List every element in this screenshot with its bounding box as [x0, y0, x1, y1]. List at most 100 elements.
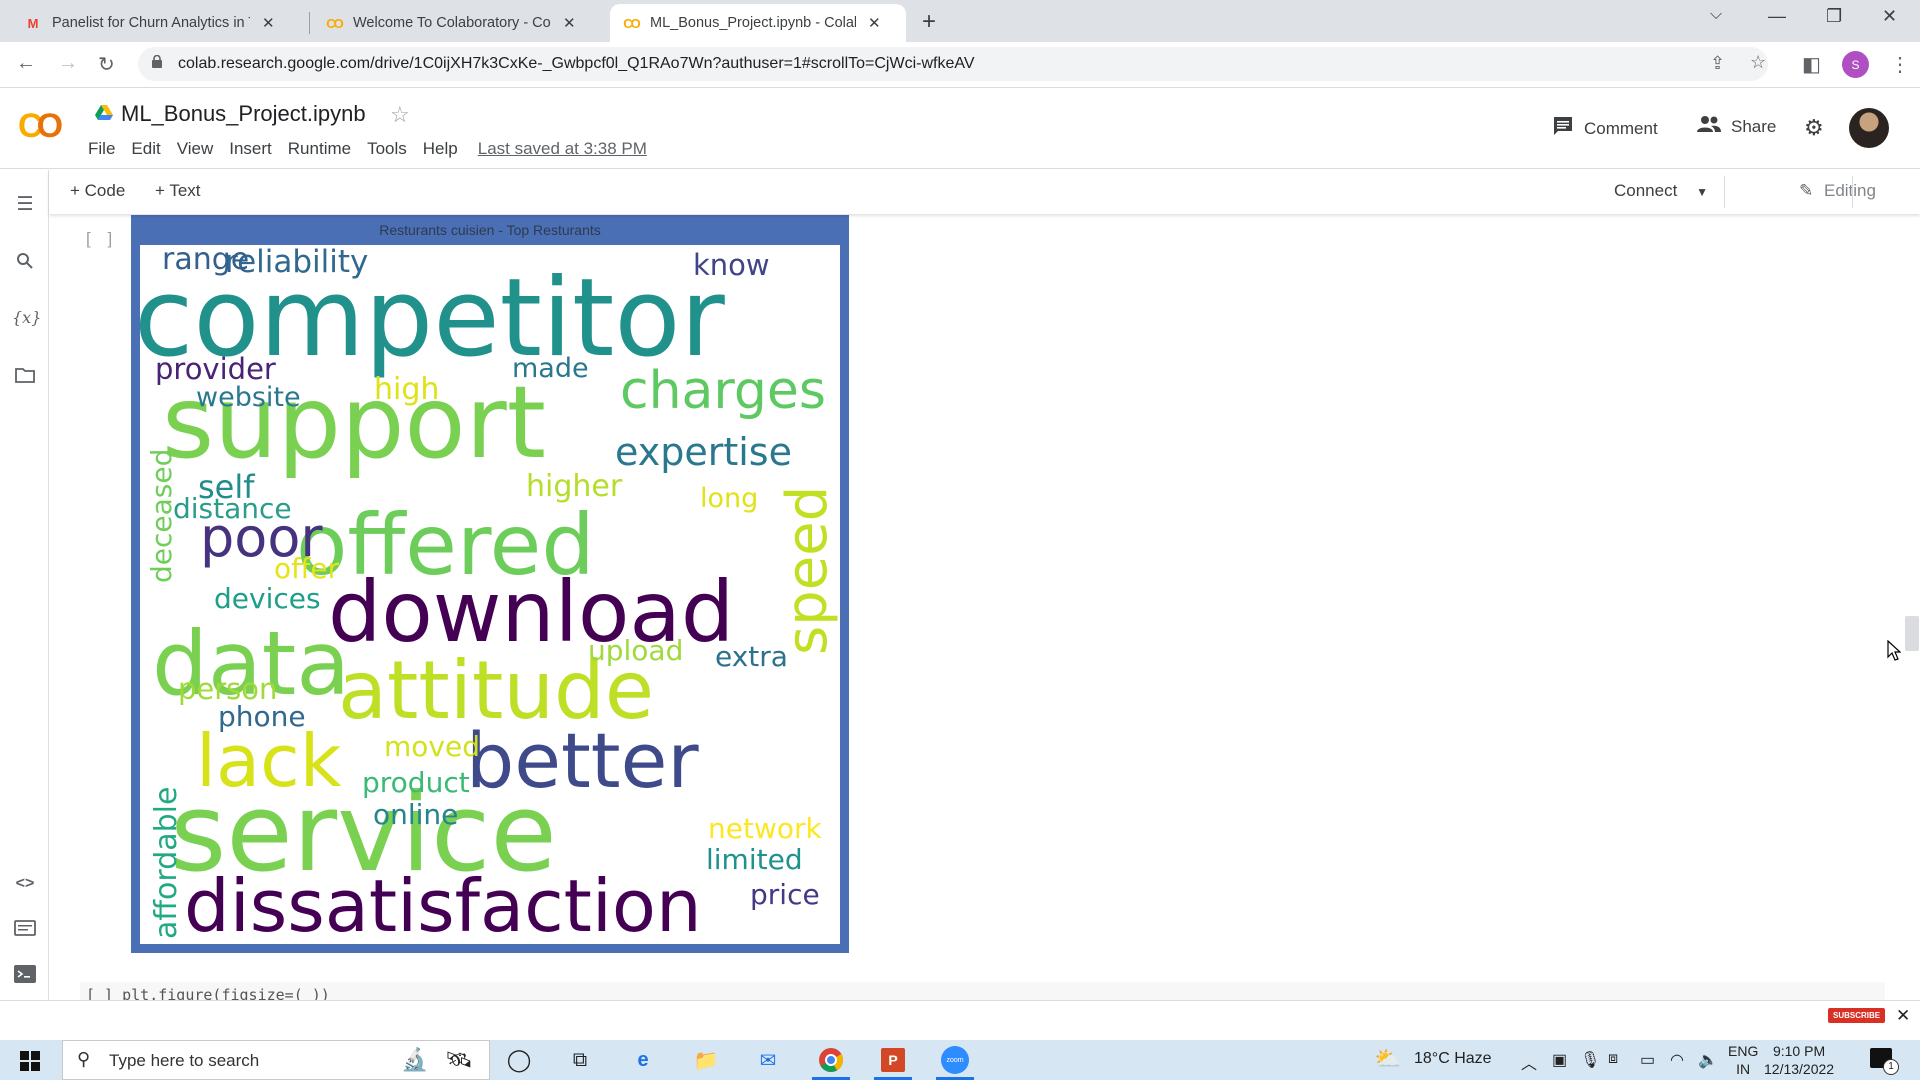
close-tab-icon[interactable]: ✕: [262, 14, 275, 32]
screen-share-tray-icon[interactable]: ⧈: [1608, 1050, 1618, 1068]
colab-logo[interactable]: CO: [18, 107, 63, 146]
code-snippets-icon[interactable]: <>: [12, 875, 38, 893]
wordcloud-word-price: price: [750, 878, 820, 911]
search-icon[interactable]: [12, 252, 38, 276]
connect-label: Connect: [1614, 181, 1678, 200]
reload-icon[interactable]: ↻: [98, 52, 115, 77]
weather-cloud-moon-icon[interactable]: ⛅: [1374, 1046, 1401, 1072]
forward-arrow-icon[interactable]: →: [58, 52, 78, 75]
powerpoint-taskbar-icon[interactable]: P: [874, 1046, 912, 1080]
menu-edit[interactable]: Edit: [131, 139, 160, 159]
wordcloud-word-offer: offer: [274, 552, 340, 585]
notification-count-badge: 1: [1883, 1059, 1899, 1075]
search-highlight-microscope-icon[interactable]: 🔬: [401, 1047, 428, 1073]
google-drive-icon[interactable]: [95, 105, 113, 121]
files-folder-icon[interactable]: [12, 367, 38, 389]
add-code-cell-button[interactable]: + Code: [70, 181, 125, 201]
menu-insert[interactable]: Insert: [229, 139, 272, 159]
task-view-icon[interactable]: ⧉: [565, 1046, 595, 1074]
comment-button[interactable]: Comment: [1552, 115, 1658, 142]
microphone-tray-icon[interactable]: 🎙: [1580, 1050, 1600, 1070]
close-tab-icon[interactable]: ✕: [868, 14, 881, 32]
close-icon[interactable]: ✕: [1896, 1006, 1910, 1026]
command-palette-icon[interactable]: [12, 920, 38, 942]
browser-tab-ml-bonus-project[interactable]: CO ML_Bonus_Project.ipynb - Colab ✕: [610, 4, 906, 42]
menu-file[interactable]: File: [88, 139, 115, 159]
lock-icon: [152, 55, 162, 68]
mail-app-icon[interactable]: ✉: [753, 1046, 783, 1074]
cell-run-button[interactable]: [ ]: [86, 229, 118, 249]
taskbar-search-placeholder: Type here to search: [109, 1051, 260, 1070]
wordcloud-word-extra: extra: [715, 640, 788, 673]
wordcloud-word-online: online: [373, 798, 459, 831]
search-highlight-satellite-icon[interactable]: 🛰: [445, 1047, 473, 1073]
star-notebook-icon[interactable]: ☆: [390, 102, 410, 128]
edge-browser-icon[interactable]: e: [628, 1046, 658, 1074]
tab-search-chevron-icon[interactable]: ⌵: [1710, 6, 1722, 24]
menu-view[interactable]: View: [177, 139, 214, 159]
minimize-window-button[interactable]: —: [1768, 6, 1786, 27]
gmail-icon: M: [27, 15, 39, 31]
wordcloud-word-dissatisfaction: dissatisfaction: [184, 864, 702, 944]
connect-dropdown-caret-icon[interactable]: ▼: [1696, 185, 1708, 199]
notebook-toolbar: + Code + Text Connect ▼ ✎ Editing ⌃: [49, 170, 1920, 214]
user-avatar[interactable]: [1849, 108, 1889, 148]
close-tab-icon[interactable]: ✕: [563, 14, 576, 32]
chrome-taskbar-icon[interactable]: [812, 1046, 850, 1080]
file-explorer-icon[interactable]: 📁: [691, 1046, 721, 1074]
share-page-icon[interactable]: ⇪: [1710, 53, 1725, 74]
show-hidden-icons-chevron[interactable]: ︿: [1521, 1050, 1537, 1074]
notebook-title[interactable]: ML_Bonus_Project.ipynb: [121, 101, 366, 127]
browser-tab-gmail[interactable]: M Panelist for Churn Analytics in Te ✕: [12, 4, 287, 42]
input-language-indicator[interactable]: ENG IN: [1728, 1042, 1758, 1078]
table-of-contents-icon[interactable]: ☰: [12, 193, 38, 216]
taskbar-search-box[interactable]: ⚲ Type here to search 🔬 🛰: [62, 1040, 490, 1080]
menu-tools[interactable]: Tools: [367, 139, 407, 159]
windows-start-icon[interactable]: [20, 1051, 40, 1071]
restore-window-button[interactable]: ❐: [1826, 6, 1842, 27]
next-code-cell[interactable]: [ ] plt.figure(figsize=( )): [80, 982, 1885, 1002]
taskbar-clock[interactable]: 9:10 PM 12/13/2022: [1764, 1042, 1834, 1078]
settings-gear-icon[interactable]: ⚙: [1804, 115, 1824, 141]
lang-code: ENG: [1728, 1043, 1759, 1059]
browser-tab-welcome-colab[interactable]: CO Welcome To Colaboratory - Colal ✕: [313, 4, 588, 42]
colab-header: CO ML_Bonus_Project.ipynb ☆ File Edit Vi…: [0, 89, 1920, 169]
menu-help[interactable]: Help: [423, 139, 458, 159]
bookmark-star-icon[interactable]: ☆: [1750, 52, 1766, 73]
subscribe-button[interactable]: SUBSCRIBE: [1828, 1008, 1886, 1023]
terminal-icon[interactable]: [12, 965, 38, 989]
side-panel-icon[interactable]: ◧: [1802, 52, 1821, 77]
connect-runtime-button[interactable]: Connect ▼: [1614, 181, 1708, 201]
wordcloud-word-range: range: [162, 245, 250, 277]
weather-text[interactable]: 18°C Haze: [1414, 1050, 1492, 1068]
share-button[interactable]: Share: [1697, 115, 1776, 138]
back-arrow-icon[interactable]: ←: [16, 52, 36, 75]
wordcloud-word-better: better: [466, 716, 699, 805]
zoom-taskbar-icon[interactable]: zoom: [936, 1046, 974, 1080]
wordcloud-word-moved: moved: [384, 730, 480, 763]
add-text-cell-button[interactable]: + Text: [155, 181, 201, 201]
wifi-tray-icon[interactable]: ◠: [1670, 1050, 1684, 1070]
camera-tray-icon[interactable]: ▣: [1552, 1050, 1567, 1070]
battery-tray-icon[interactable]: ▭: [1640, 1050, 1655, 1070]
left-sidebar: ☰ {x} <>: [0, 170, 49, 1000]
variables-icon[interactable]: {x}: [12, 308, 41, 327]
wordcloud-word-high: high: [374, 372, 440, 407]
pencil-icon: ✎: [1799, 181, 1814, 200]
close-window-button[interactable]: ✕: [1882, 6, 1897, 27]
volume-tray-icon[interactable]: 🔈: [1698, 1050, 1718, 1070]
colab-icon: CO: [326, 15, 344, 31]
editing-mode-button[interactable]: ✎ Editing: [1799, 181, 1876, 201]
new-tab-button[interactable]: +: [922, 8, 936, 36]
last-saved-link[interactable]: Last saved at 3:38 PM: [478, 139, 647, 159]
wordcloud-word-upload: upload: [588, 634, 684, 667]
comment-icon: [1552, 115, 1574, 142]
profile-avatar[interactable]: S: [1842, 51, 1869, 78]
search-magnifier-icon: ⚲: [77, 1049, 91, 1069]
cortana-circle-icon[interactable]: ◯: [504, 1046, 534, 1074]
scrollbar-thumb[interactable]: [1905, 616, 1919, 651]
address-bar[interactable]: colab.research.google.com/drive/1C0ijXH7…: [138, 47, 1768, 81]
menu-runtime[interactable]: Runtime: [288, 139, 351, 159]
chrome-menu-icon[interactable]: ⋮: [1890, 52, 1910, 77]
wordcloud-word-know: know: [693, 248, 770, 282]
